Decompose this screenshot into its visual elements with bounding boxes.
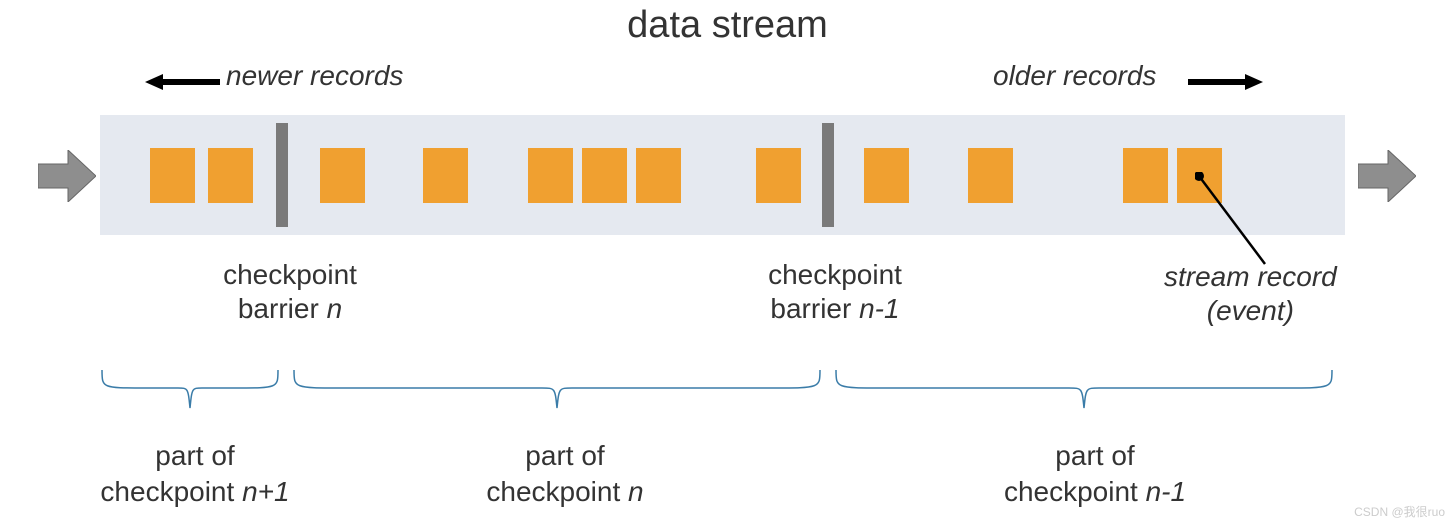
checkpoint-barrier [822,123,834,227]
brace-icon [100,368,280,413]
record-block [636,148,681,203]
watermark: CSDN @我很ruo [1354,503,1445,520]
checkpoint-barrier [276,123,288,227]
checkpoint-barrier-n1-label: checkpoint barrier n-1 [735,258,935,325]
record-block [423,148,468,203]
diagram-title: data stream [0,4,1455,47]
checkpoint-barrier-n-label: checkpoint barrier n [195,258,385,325]
record-block [582,148,627,203]
part-checkpoint-n-label: part of checkpoint n [440,438,690,511]
diagram-canvas: data stream newer records older records … [0,0,1455,525]
part-checkpoint-nm1-label: part of checkpoint n-1 [960,438,1230,511]
newer-records-label: newer records [226,60,403,92]
older-records-label: older records [993,60,1156,92]
pointer-line [1195,172,1285,272]
flow-arrow-left-icon [38,150,96,202]
part-checkpoint-np1-label: part of checkpoint n+1 [60,438,330,511]
record-block [756,148,801,203]
stream-record-label: stream record (event) [1164,260,1337,327]
brace-icon [834,368,1334,413]
record-block [1123,148,1168,203]
record-block [528,148,573,203]
arrow-right-icon [1188,74,1263,90]
record-block [150,148,195,203]
brace-icon [292,368,822,413]
flow-arrow-right-icon [1358,150,1416,202]
arrow-left-icon [145,74,220,90]
record-block [864,148,909,203]
record-block [968,148,1013,203]
record-block [208,148,253,203]
record-block [320,148,365,203]
